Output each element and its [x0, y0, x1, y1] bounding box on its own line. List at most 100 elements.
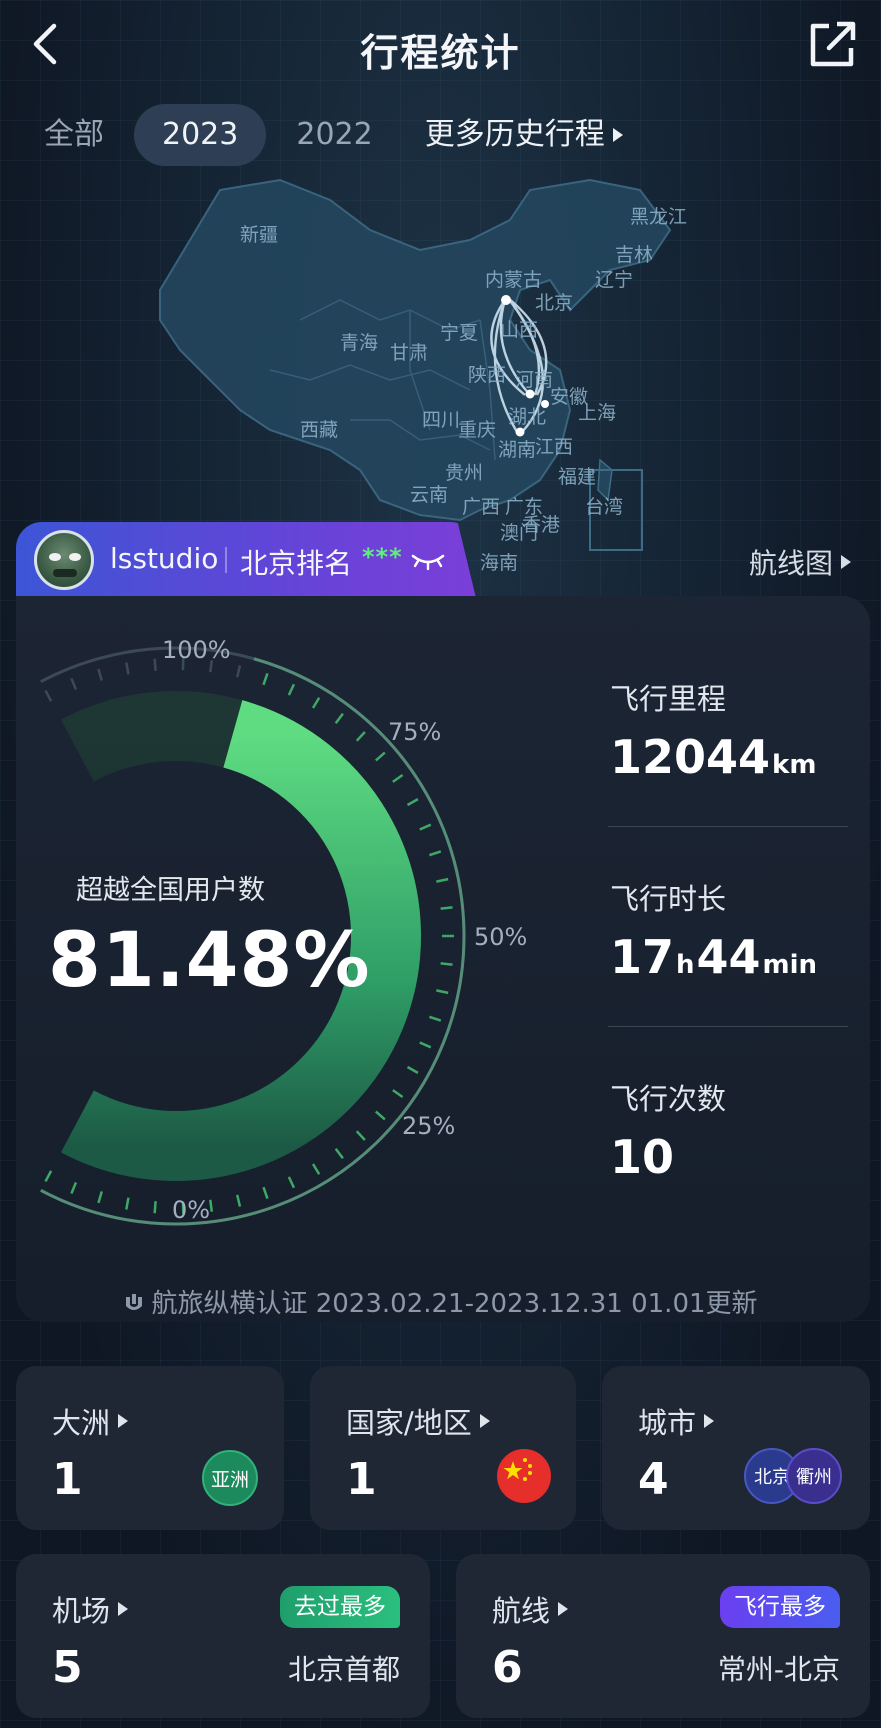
- gauge-tick: [429, 1015, 442, 1022]
- divider: [608, 826, 848, 827]
- gauge-tick: [406, 1065, 419, 1074]
- gauge-tick: [262, 1186, 269, 1199]
- route-map-label: 航线图: [748, 547, 833, 580]
- triangle-right-icon: [118, 1414, 129, 1428]
- gauge-tick: [311, 1163, 321, 1175]
- gauge-tick: [436, 989, 449, 995]
- gauge-tick: [70, 1181, 78, 1195]
- gauge-tick: [406, 798, 419, 807]
- duration-hours: 17: [610, 930, 675, 984]
- gauge-tick: [375, 1110, 386, 1121]
- airport-title-row: 机场: [52, 1588, 129, 1630]
- divider: [225, 547, 227, 573]
- gauge-tick: [334, 1147, 344, 1160]
- gauge-tick: [70, 677, 78, 691]
- province-label: 内蒙古: [485, 269, 543, 291]
- province-label: 四川: [422, 409, 461, 431]
- triangle-right-icon: [558, 1602, 569, 1616]
- mileage-unit: km: [772, 750, 817, 780]
- mileage-stat: 飞行里程 12044km: [610, 676, 850, 784]
- province-label: 西藏: [300, 419, 339, 441]
- gauge-tick: [392, 1089, 404, 1099]
- gauge-tick: [287, 683, 296, 696]
- gauge-tick: [392, 773, 404, 783]
- gauge-tick-label: 75%: [388, 718, 442, 746]
- mileage-label: 飞行里程: [610, 682, 727, 716]
- avatar-mouth: [53, 569, 77, 577]
- continent-card[interactable]: 大洲 1 亚洲: [16, 1366, 284, 1530]
- share-icon: [810, 21, 856, 67]
- airport-card[interactable]: 机场 5 去过最多 北京首都: [16, 1554, 430, 1718]
- gauge-tick: [436, 877, 449, 883]
- province-label: 河南: [515, 369, 554, 391]
- top-airport: 北京首都: [287, 1653, 400, 1686]
- gauge-tick: [429, 850, 442, 857]
- hide-eye-toggle[interactable]: [410, 548, 446, 572]
- province-label: 江西: [535, 436, 574, 458]
- avatar-eye: [49, 553, 61, 561]
- tab-2023[interactable]: 2023: [134, 104, 267, 166]
- gauge-tick-label: 25%: [402, 1112, 456, 1140]
- country-title-row: 国家/地区: [346, 1400, 490, 1442]
- flight-count-value: 10: [610, 1130, 675, 1184]
- duration-stat: 飞行时长 17h44min: [610, 876, 850, 984]
- gauge-tick: [262, 673, 269, 686]
- city-title: 城市: [638, 1406, 697, 1440]
- gauge-tick: [355, 1130, 366, 1141]
- city-badge: 衢州: [786, 1448, 842, 1504]
- city-title-row: 城市: [638, 1400, 715, 1442]
- tab-all[interactable]: 全部: [28, 104, 120, 166]
- duration-minutes-unit: min: [762, 950, 818, 980]
- continent-title: 大洲: [52, 1406, 111, 1440]
- province-label: 青海: [340, 332, 379, 354]
- province-label: 台湾: [585, 496, 624, 518]
- duration-hours-unit: h: [676, 950, 695, 980]
- triangle-right-icon: [118, 1602, 129, 1616]
- tab-2022[interactable]: 2022: [280, 104, 388, 166]
- province-label: 福建: [558, 466, 597, 488]
- continent-badge: 亚洲: [202, 1450, 258, 1506]
- gauge-tick: [355, 731, 366, 742]
- more-history-label: 更多历史行程: [424, 117, 605, 152]
- duration-value: 17h44min: [610, 930, 850, 984]
- continent-title-row: 大洲: [52, 1400, 129, 1442]
- province-label: 新疆: [240, 224, 279, 246]
- province-label: 上海: [578, 402, 617, 424]
- gauge-tick: [440, 962, 453, 966]
- share-button[interactable]: [805, 18, 859, 72]
- route-count: 6: [492, 1642, 523, 1693]
- flight-count-stat: 飞行次数 10: [610, 1076, 850, 1184]
- country-count: 1: [346, 1454, 377, 1505]
- page-title: 行程统计: [360, 31, 521, 75]
- province-label: 辽宁: [595, 269, 634, 291]
- most-visited-tag: 去过最多: [280, 1586, 400, 1628]
- route-card[interactable]: 航线 6 飞行最多 常州-北京: [456, 1554, 870, 1718]
- certification-text: 航旅纵横认证 2023.02.21-2023.12.31 01.01更新: [151, 1289, 758, 1319]
- country-card[interactable]: 国家/地区 1: [310, 1366, 576, 1530]
- province-label: 湖南: [498, 439, 537, 461]
- country-title: 国家/地区: [346, 1406, 472, 1440]
- gauge-tick: [44, 1170, 53, 1183]
- gauge-tick: [440, 906, 453, 910]
- triangle-right-icon: [704, 1414, 715, 1428]
- avatar[interactable]: [34, 530, 94, 590]
- gauge-tick-label: 50%: [474, 923, 528, 951]
- header: 行程统计: [0, 0, 881, 92]
- gauge-tick: [375, 751, 386, 762]
- gauge-tick: [97, 1191, 103, 1204]
- ranking-hidden-value: ***: [362, 543, 403, 571]
- city-card[interactable]: 城市 4 北京 衢州: [602, 1366, 870, 1530]
- route-map-link[interactable]: 航线图: [749, 542, 851, 582]
- gauge-tick: [125, 662, 130, 675]
- province-label: 吉林: [615, 244, 654, 266]
- province-label: 宁夏: [440, 322, 479, 344]
- province-label: 广西: [462, 496, 501, 518]
- mileage-number: 12044: [610, 730, 771, 784]
- divider: [608, 1026, 848, 1027]
- province-label: 云南: [410, 484, 449, 506]
- more-history-link[interactable]: 更多历史行程: [425, 104, 623, 166]
- gauge-tick: [125, 1197, 130, 1210]
- gauge-tick: [44, 689, 53, 702]
- route-title-row: 航线: [492, 1588, 569, 1630]
- route-title: 航线: [492, 1594, 551, 1628]
